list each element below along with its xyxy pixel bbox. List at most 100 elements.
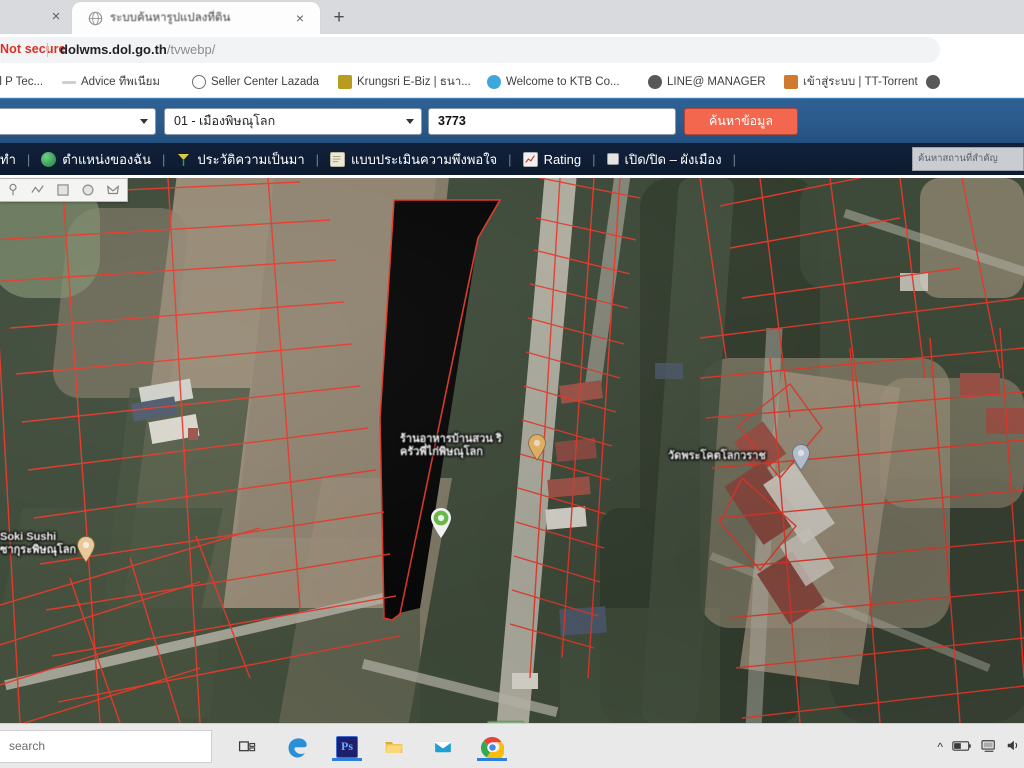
url-host: dolwms.dol.go.th	[60, 42, 167, 57]
file-explorer-icon[interactable]	[379, 733, 409, 761]
bookmark-label: Advice ทีพเนียม	[81, 76, 160, 88]
browser-window: × ระบบค้นหารูปแปลงที่ดิน × + Not secure …	[0, 0, 1024, 768]
windows-taskbar: search Ps ^	[0, 723, 1024, 768]
nav-separator: |	[732, 151, 736, 167]
search-data-button[interactable]: ค้นหาข้อมูล	[684, 108, 798, 135]
bookmarks-bar: el P Tec... Advice ทีพเนียม Seller Cente…	[0, 66, 1024, 98]
ktb-favicon	[487, 75, 501, 89]
nav-separator: |	[592, 151, 596, 167]
nav-separator: |	[161, 151, 166, 167]
bookmark-item[interactable]: เข้าสู่ระบบ | TT-Torrent	[784, 72, 918, 92]
map-label-temple: วัดพระโคตโลกวราช	[668, 450, 766, 462]
krungsri-favicon	[338, 75, 352, 89]
chrome-icon[interactable]	[477, 733, 507, 761]
history-plant-icon	[176, 152, 191, 167]
bookmark-label: el P Tec...	[0, 76, 44, 88]
satellite-map[interactable]: ร้านอาหารบ้านสวน ริ ครัวพี่ไก่พิษณุโลก ว…	[0, 178, 1024, 723]
map-label-soki-sushi: Soki Sushi ซากุระพิษณุโลก	[0, 531, 76, 557]
nav-separator: |	[508, 151, 512, 167]
lazada-favicon	[192, 75, 206, 89]
close-tab-icon[interactable]: ×	[292, 10, 308, 26]
circle-tool-icon[interactable]	[75, 179, 100, 201]
nav-item-rating[interactable]: Rating	[521, 143, 584, 175]
nav-item-my-location[interactable]: ตำแหน่งของฉัน	[39, 143, 153, 175]
bookmark-label: Seller Center Lazada	[211, 76, 320, 88]
nav-separator: |	[315, 151, 320, 167]
amphoe-dropdown-value: 01 - เมืองพิษณุโลก	[174, 114, 276, 128]
nav-label: ทำ	[0, 151, 16, 167]
nav-label: เปิด/ปิด – ผังเมือง	[624, 151, 722, 167]
torrent-favicon	[784, 75, 798, 89]
line-favicon	[648, 75, 662, 89]
security-status-label[interactable]: Not secure	[0, 42, 66, 56]
layer-toggle-icon	[606, 153, 619, 165]
battery-icon[interactable]	[952, 740, 972, 755]
globe-favicon	[926, 75, 940, 89]
app-search-bar: 01 - เมืองพิษณุโลก 3773 ค้นหาข้อมูล	[0, 98, 1024, 143]
bookmark-label: Welcome to KTB Co...	[506, 76, 620, 88]
temple-pin-icon[interactable]	[791, 444, 811, 471]
bookmark-label: LINE@ MANAGER	[667, 76, 766, 88]
nav-label: ตำแหน่งของฉัน	[62, 151, 151, 167]
photoshop-icon[interactable]: Ps	[332, 733, 362, 761]
previous-tab-close-icon[interactable]: ×	[48, 9, 64, 25]
form-document-icon	[330, 151, 346, 167]
map-imagery: ร้านอาหารบ้านสวน ริ ครัวพี่ไก่พิษณุโลก ว…	[0, 178, 1024, 723]
bookmark-item[interactable]	[926, 72, 945, 92]
url-path: /tvwebp/	[166, 42, 216, 57]
volume-icon[interactable]	[1006, 739, 1020, 755]
search-place-input[interactable]: ค้นหาสถานที่สำคัญ	[912, 147, 1024, 171]
map-label-line1: ร้านอาหารบ้านสวน ริ	[400, 433, 502, 445]
chevron-down-icon	[406, 119, 414, 124]
polyline-tool-icon[interactable]	[25, 179, 50, 201]
nav-item-history[interactable]: ประวัติความเป็นมา	[174, 143, 306, 175]
system-tray: ^	[937, 738, 1020, 756]
bookmark-item[interactable]: Seller Center Lazada	[192, 72, 319, 92]
taskbar-search-input[interactable]: search	[0, 730, 212, 763]
bookmark-item[interactable]: Advice ทีพเนียม	[62, 72, 160, 92]
advice-favicon	[62, 80, 76, 84]
map-label-line2: ซากุระพิษณุโลก	[0, 544, 77, 556]
selected-parcel-marker[interactable]	[429, 507, 453, 539]
task-view-icon[interactable]	[232, 733, 262, 761]
app-nav-bar: ทำ | ตำแหน่งของฉัน | ประวัติความเป็นมา |	[0, 143, 1024, 175]
mail-icon[interactable]	[428, 733, 458, 761]
url-text[interactable]: dolwms.dol.go.th/tvwebp/	[60, 42, 215, 57]
rectangle-tool-icon[interactable]	[50, 179, 75, 201]
tab-strip: × ระบบค้นหารูปแปลงที่ดิน × +	[0, 0, 1024, 34]
bookmark-item[interactable]: Welcome to KTB Co...	[487, 72, 620, 92]
active-tab[interactable]: ระบบค้นหารูปแปลงที่ดิน ×	[72, 2, 320, 34]
province-dropdown[interactable]	[0, 108, 156, 135]
globe-green-icon	[41, 151, 57, 167]
cadastral-parcel-lines	[0, 178, 1024, 723]
polygon-tool-icon[interactable]	[100, 179, 125, 201]
nav-item-satisfaction-form[interactable]: แบบประเมินความพึงพอใจ	[328, 143, 499, 175]
nav-label: ประวัติความเป็นมา	[197, 151, 305, 167]
nav-item-truncated[interactable]: ทำ	[0, 143, 18, 175]
nav-item-city-plan-toggle[interactable]: เปิด/ปิด – ผังเมือง	[605, 143, 724, 175]
parcel-number-input[interactable]: 3773	[428, 108, 676, 135]
edge-icon[interactable]	[283, 733, 313, 761]
tab-title: ระบบค้นหารูปแปลงที่ดิน	[110, 12, 231, 24]
sushi-pin-icon[interactable]	[76, 536, 96, 563]
bookmark-item[interactable]: LINE@ MANAGER	[648, 72, 766, 92]
food-pin-icon[interactable]	[527, 434, 547, 461]
nav-label: แบบประเมินความพึงพอใจ	[351, 151, 498, 167]
bookmark-label: Krungsri E-Biz | ธนา...	[357, 76, 471, 88]
map-label-line1: Soki Sushi	[0, 531, 57, 543]
marker-tool-icon[interactable]	[0, 179, 25, 201]
map-label-line2: ครัวพี่ไก่พิษณุโลก	[400, 446, 483, 458]
bookmark-item[interactable]: Krungsri E-Biz | ธนา...	[338, 72, 471, 92]
amphoe-dropdown[interactable]: 01 - เมืองพิษณุโลก	[164, 108, 422, 135]
map-label-restaurant: ร้านอาหารบ้านสวน ริ ครัวพี่ไก่พิษณุโลก	[400, 433, 502, 459]
parcel-number-value: 3773	[438, 114, 466, 128]
rating-chart-icon	[522, 151, 538, 167]
omnibox-divider	[47, 43, 48, 57]
network-icon[interactable]	[981, 739, 997, 756]
globe-favicon	[88, 11, 103, 26]
new-tab-button[interactable]: +	[328, 7, 350, 29]
map-draw-toolbar	[0, 178, 128, 202]
bookmark-item[interactable]: el P Tec...	[0, 72, 43, 92]
show-hidden-icons-chevron[interactable]: ^	[937, 740, 943, 754]
nav-label: Rating	[543, 151, 582, 167]
